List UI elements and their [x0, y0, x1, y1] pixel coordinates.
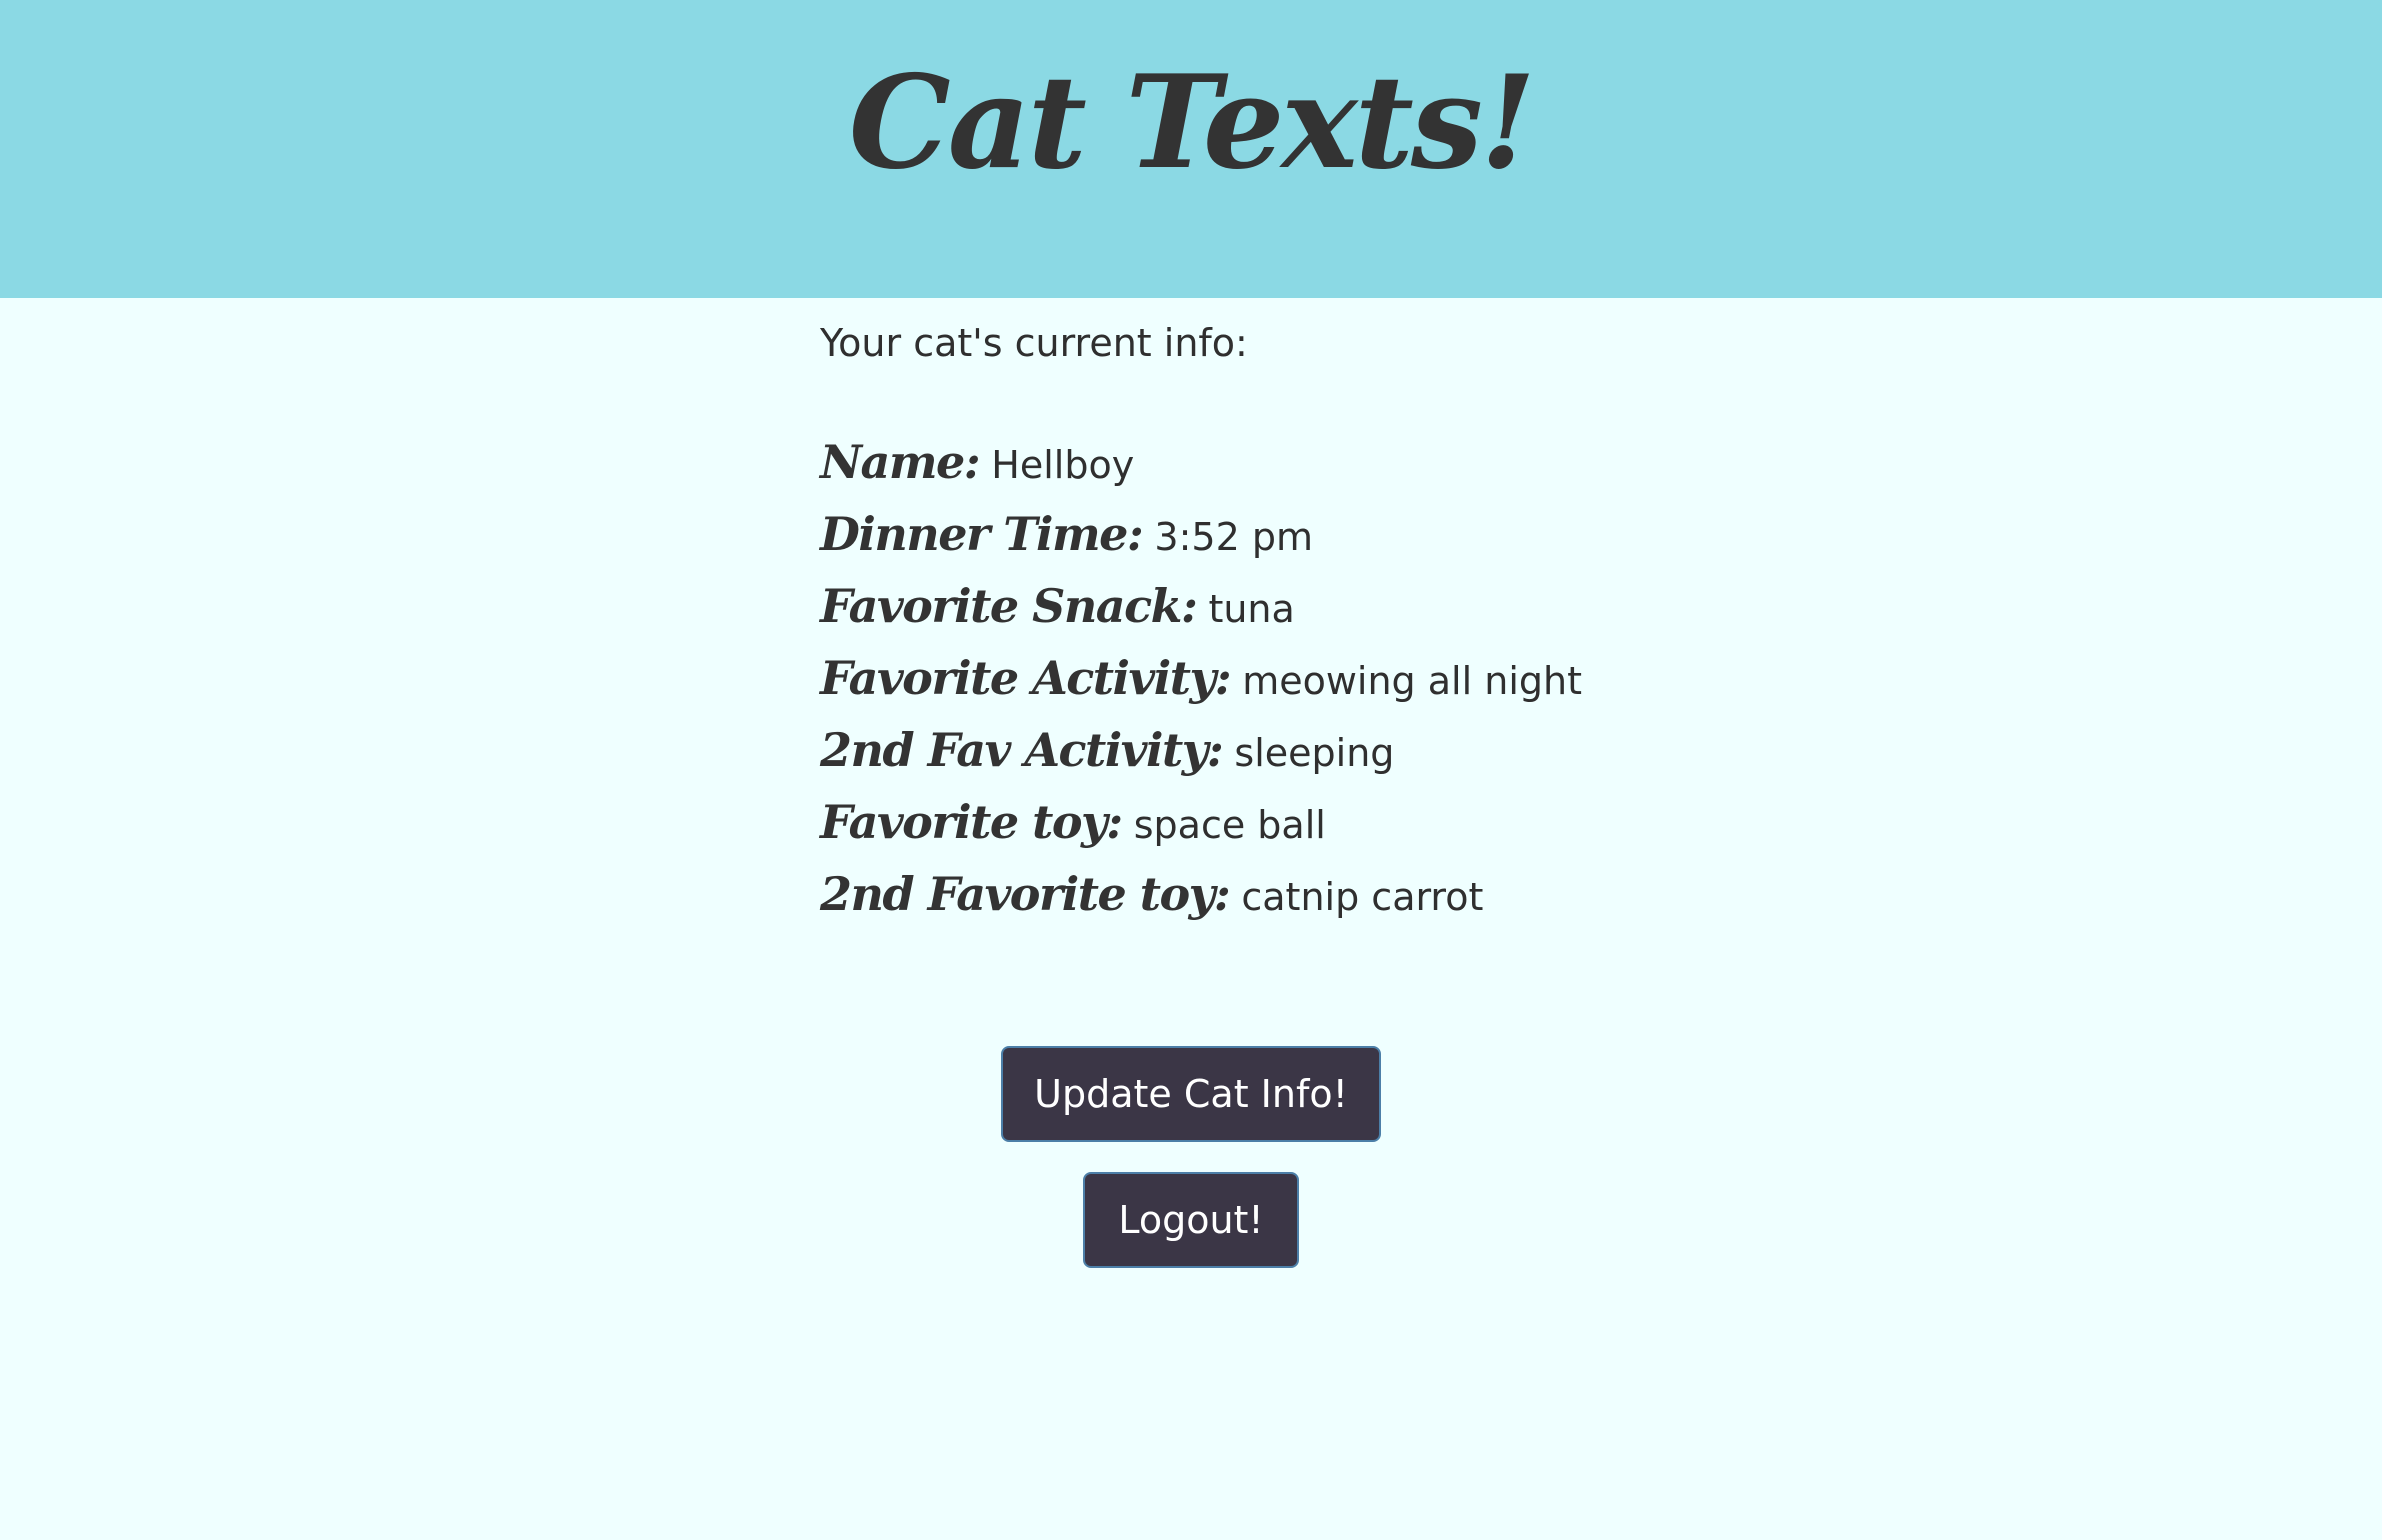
info-row-favorite-snack: Favorite Snack: tuna	[820, 570, 1820, 642]
site-title: Cat Texts!	[848, 48, 1536, 198]
update-cat-info-button[interactable]: Update Cat Info!	[1001, 1046, 1381, 1142]
info-label-second-favorite-toy: 2nd Favorite toy:	[820, 867, 1231, 921]
info-value-favorite-snack: tuna	[1208, 587, 1295, 631]
info-value-second-fav-activity: sleeping	[1234, 731, 1395, 775]
info-label-second-fav-activity: 2nd Fav Activity:	[820, 723, 1224, 777]
info-row-second-fav-activity: 2nd Fav Activity: sleeping	[820, 714, 1820, 786]
info-row-second-favorite-toy: 2nd Favorite toy: catnip carrot	[820, 858, 1820, 930]
info-label-favorite-toy: Favorite toy:	[820, 795, 1123, 849]
intro-text: Your cat's current info:	[820, 321, 1248, 365]
logout-button[interactable]: Logout!	[1083, 1172, 1299, 1268]
info-value-favorite-toy: space ball	[1133, 803, 1326, 847]
cat-info-section: Your cat's current info: Name: Hellboy D…	[820, 318, 1720, 921]
info-value-name: Hellboy	[991, 443, 1135, 487]
info-value-dinner-time: 3:52 pm	[1154, 515, 1313, 559]
info-row-name: Name: Hellboy	[820, 426, 1820, 498]
site-header: Cat Texts!	[0, 0, 2382, 298]
info-label-favorite-activity: Favorite Activity:	[820, 651, 1232, 705]
info-row-dinner-time: Dinner Time: 3:52 pm	[820, 498, 1820, 570]
info-label-name: Name:	[820, 435, 981, 489]
info-row-favorite-activity: Favorite Activity: meowing all night	[820, 642, 1820, 714]
info-value-favorite-activity: meowing all night	[1242, 659, 1582, 703]
info-label-dinner-time: Dinner Time:	[820, 507, 1144, 561]
info-label-favorite-snack: Favorite Snack:	[820, 579, 1198, 633]
info-row-favorite-toy: Favorite toy: space ball	[820, 786, 1820, 858]
info-value-second-favorite-toy: catnip carrot	[1241, 875, 1484, 919]
cat-info-list: Name: Hellboy Dinner Time: 3:52 pm Favor…	[820, 426, 1820, 930]
